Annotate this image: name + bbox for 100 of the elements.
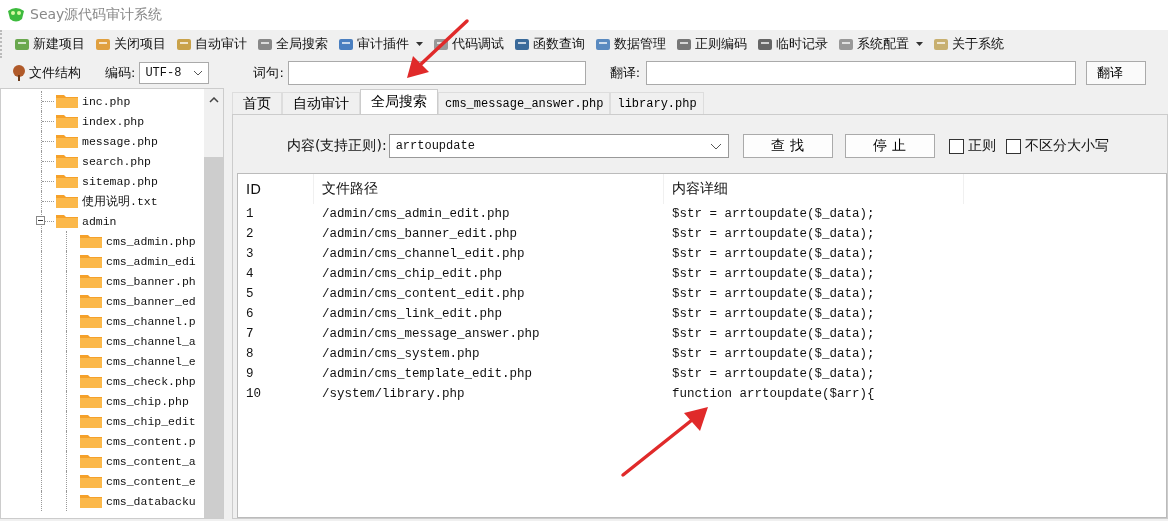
toolbar-icon <box>676 36 692 52</box>
table-cell-text: /admin/cms_link_edit.php <box>321 307 504 321</box>
translate-button[interactable]: 翻译 <box>1086 61 1147 85</box>
word-input[interactable] <box>287 61 586 85</box>
translate-input[interactable] <box>646 61 1077 85</box>
tree-item[interactable]: cms_channel_e <box>106 354 196 368</box>
tab[interactable]: 自动审计 <box>282 92 360 114</box>
option-checkbox[interactable]: 不区分大小写 <box>1005 137 1109 155</box>
toolbar-button[interactable]: 函数查询 <box>510 33 589 55</box>
table-cell-text: $str = arrtoupdate($_data); <box>671 247 876 261</box>
tab[interactable]: library.php <box>610 92 704 114</box>
toolbar-button[interactable]: 关于系统 <box>929 33 1008 55</box>
folder-icon <box>80 434 102 448</box>
table-cell-text: 3 <box>245 247 255 261</box>
tree-item[interactable]: cms_content.p <box>106 434 196 448</box>
tree-item[interactable]: cms_admin.php <box>106 234 196 248</box>
caret-icon <box>416 42 423 46</box>
scroll-up-icon[interactable] <box>208 97 219 103</box>
table-cell-text: /admin/cms_content_edit.php <box>321 287 526 301</box>
tree-item[interactable]: message.php <box>82 134 158 148</box>
toolbar-icon <box>514 36 530 52</box>
scrollbar[interactable] <box>204 89 223 518</box>
toolbar-icon <box>933 36 949 52</box>
table-cell-text: $str = arrtoupdate($_data); <box>671 327 876 341</box>
stop-button[interactable]: 停 止 <box>844 134 935 158</box>
tab[interactable]: 全局搜索 <box>360 89 438 114</box>
folder-icon <box>56 134 78 148</box>
tree-item[interactable]: inc.php <box>82 94 131 108</box>
table-cell-text: 6 <box>245 307 255 321</box>
tree-item[interactable]: index.php <box>82 114 145 128</box>
file-structure-button[interactable]: 文件结构 <box>8 62 85 84</box>
toolbar-icon <box>95 36 111 52</box>
toolbar-icon <box>757 36 773 52</box>
toolbar-button[interactable]: 系统配置 <box>834 33 927 55</box>
find-button[interactable]: 查 找 <box>742 134 833 158</box>
translate-label: 翻译: <box>609 64 641 82</box>
folder-icon <box>56 114 78 128</box>
encoding-dropdown[interactable]: UTF-8 <box>139 62 210 84</box>
tree-item[interactable]: cms_banner_ed <box>106 294 196 308</box>
toolbar-button[interactable]: 关闭项目 <box>91 33 170 55</box>
toolbar-icon <box>176 36 192 52</box>
table-cell-text: 5 <box>245 287 255 301</box>
table-cell-text: function arrtoupdate($arr){ <box>671 387 876 401</box>
collapse-toggle[interactable] <box>36 216 45 225</box>
table-cell-text: 9 <box>245 367 255 381</box>
folder-icon <box>80 394 102 408</box>
content-combobox[interactable]: arrtoupdate <box>388 134 729 158</box>
toolbar-icon <box>838 36 854 52</box>
table-cell-text: /admin/cms_system.php <box>321 347 481 361</box>
table-cell-text: /admin/cms_chip_edit.php <box>321 267 504 281</box>
folder-icon <box>80 334 102 348</box>
toolbar-button[interactable]: 自动审计 <box>172 33 251 55</box>
toolbar-button[interactable]: 新建项目 <box>10 33 89 55</box>
table-cell-text: /admin/cms_banner_edit.php <box>321 227 519 241</box>
tree-icon <box>12 65 26 81</box>
toolbar-button[interactable]: 审计插件 <box>334 33 427 55</box>
toolbar-icon <box>14 36 30 52</box>
tree-item[interactable]: admin <box>82 214 117 228</box>
tree-item[interactable]: search.php <box>82 154 151 168</box>
table-cell-text: $str = arrtoupdate($_data); <box>671 367 876 381</box>
toolbar-button[interactable]: 正则编码 <box>672 33 751 55</box>
toolbar-button[interactable]: 数据管理 <box>591 33 670 55</box>
folder-icon <box>80 454 102 468</box>
table-cell-text: /admin/cms_admin_edit.php <box>321 207 511 221</box>
folder-icon <box>80 414 102 428</box>
table-cell-text: $str = arrtoupdate($_data); <box>671 207 876 221</box>
toolbar-button[interactable]: 临时记录 <box>753 33 832 55</box>
tree-item[interactable]: cms_content_a <box>106 454 196 468</box>
tree-item[interactable]: cms_databacku <box>106 494 196 508</box>
tree-item[interactable]: cms_chip_edit <box>106 414 196 428</box>
table-cell-text: /admin/cms_channel_edit.php <box>321 247 526 261</box>
toolbar-icon <box>433 36 449 52</box>
table-cell-text: $str = arrtoupdate($_data); <box>671 227 876 241</box>
folder-icon <box>80 374 102 388</box>
tree-item[interactable]: cms_check.php <box>106 374 196 388</box>
tree-item[interactable]: cms_banner.ph <box>106 274 196 288</box>
folder-icon <box>80 274 102 288</box>
tree-item[interactable]: cms_channel_a <box>106 334 196 348</box>
tab[interactable]: cms_message_answer.php <box>438 92 611 114</box>
column-header[interactable]: ID <box>238 174 314 204</box>
tab[interactable]: 首页 <box>232 92 282 114</box>
word-label: 词句: <box>253 64 284 82</box>
tree-item[interactable]: cms_chip.php <box>106 394 189 408</box>
folder-icon <box>80 474 102 488</box>
column-header[interactable]: 内容详细 <box>664 174 964 204</box>
tree-item[interactable]: sitemap.php <box>82 174 158 188</box>
option-checkbox[interactable]: 正则 <box>948 137 996 155</box>
table-cell-text: 10 <box>245 387 262 401</box>
tree-item[interactable]: cms_channel.p <box>106 314 196 328</box>
chevron-down-icon <box>709 142 722 150</box>
toolbar-button[interactable]: 全局搜索 <box>253 33 332 55</box>
tree-item[interactable]: cms_content_e <box>106 474 196 488</box>
folder-icon <box>56 214 78 228</box>
folder-icon <box>56 94 78 108</box>
tree-item[interactable]: 使用说明.txt <box>82 193 158 209</box>
table-cell-text: 8 <box>245 347 255 361</box>
folder-icon <box>56 154 78 168</box>
column-header[interactable]: 文件路径 <box>314 174 664 204</box>
toolbar-button[interactable]: 代码调试 <box>429 33 508 55</box>
tree-item[interactable]: cms_admin_edi <box>106 254 196 268</box>
